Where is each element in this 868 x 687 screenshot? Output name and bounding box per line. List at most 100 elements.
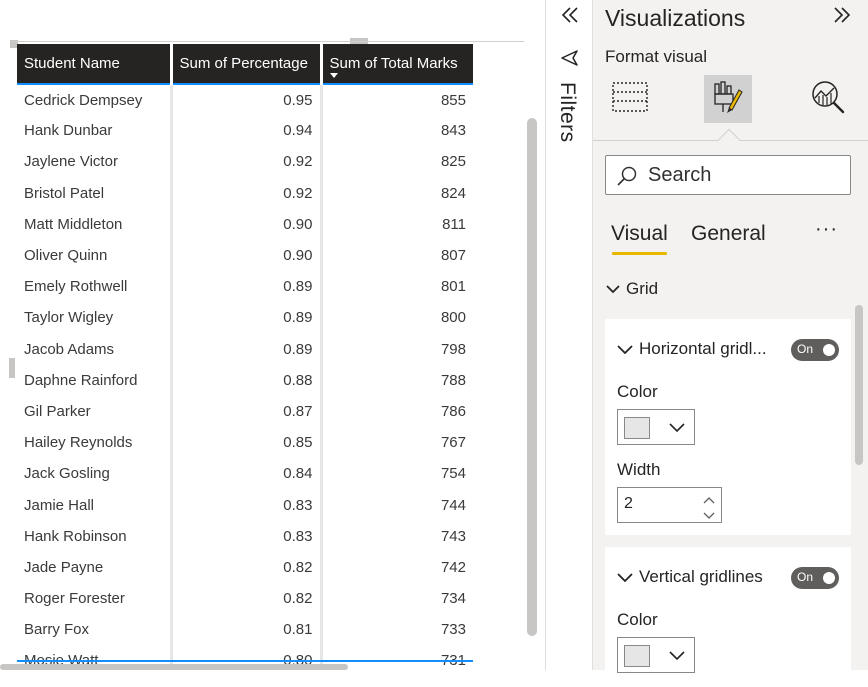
horizontal-width-stepper — [617, 487, 722, 523]
table-row[interactable]: Oliver Quinn 0.90 807 — [17, 239, 473, 272]
format-visual-button[interactable] — [704, 75, 752, 123]
resize-handle-left-middle[interactable] — [9, 358, 15, 378]
chevron-down-icon — [617, 339, 633, 359]
vertical-gridlines-title: Vertical gridlines — [639, 567, 763, 586]
cell-sum-of-percentage: 0.87 — [171, 395, 323, 428]
table-row[interactable]: Taylor Wigley 0.89 800 — [17, 302, 473, 334]
visual-border — [12, 41, 524, 42]
cell-sum-of-percentage: 0.81 — [171, 614, 323, 646]
cell-sum-of-percentage: 0.90 — [171, 208, 323, 240]
cell-sum-of-percentage: 0.82 — [171, 583, 323, 615]
report-canvas: Student Name Sum of Percentage Sum of To… — [0, 0, 545, 670]
cell-student-name: Jade Payne — [17, 551, 173, 583]
vertical-color-label: Color — [617, 610, 658, 629]
horizontal-gridlines-header[interactable]: Horizontal gridl... — [617, 339, 767, 359]
cell-student-name: Barry Fox — [17, 614, 173, 646]
cell-student-name: Jaylene Victor — [17, 146, 173, 178]
table-row[interactable]: Jacob Adams 0.89 798 — [17, 333, 473, 365]
table-row[interactable]: Daphne Rainford 0.88 788 — [17, 364, 473, 396]
search-box[interactable] — [605, 155, 851, 195]
cell-sum-of-total-marks: 767 — [440, 434, 466, 452]
cell-sum-of-percentage: 0.84 — [171, 458, 323, 490]
cell-student-name: Jacob Adams — [17, 333, 173, 365]
table-row[interactable]: Gil Parker 0.87 786 — [17, 395, 473, 428]
table-bottom-border — [17, 660, 473, 662]
cell-student-name: Oliver Quinn — [17, 239, 173, 272]
horizontal-gridlines-card: Horizontal gridl... On Color Width — [605, 319, 851, 535]
cell-sum-of-percentage: 0.89 — [171, 333, 323, 365]
grid-section-header[interactable]: Grid — [606, 279, 658, 299]
table-row[interactable]: Jack Gosling 0.84 754 — [17, 458, 473, 490]
more-options-button[interactable]: ··· — [815, 218, 838, 241]
build-visual-button[interactable] — [606, 75, 654, 123]
table-row[interactable]: Jamie Hall 0.83 744 — [17, 489, 473, 521]
table-row[interactable]: Hank Dunbar 0.94 843 — [17, 115, 473, 147]
active-tab-underline — [612, 252, 667, 255]
table-fields-icon — [611, 78, 649, 121]
tab-visual[interactable]: Visual — [611, 222, 668, 246]
vertical-gridlines-header[interactable]: Vertical gridlines — [617, 567, 763, 587]
vertical-color-picker[interactable] — [617, 637, 695, 673]
chevron-down-icon — [606, 279, 620, 299]
table-row[interactable]: Hank Robinson 0.83 743 — [17, 520, 473, 552]
horizontal-width-label: Width — [617, 460, 661, 479]
cell-sum-of-total-marks: 743 — [440, 527, 466, 545]
cell-sum-of-percentage: 0.95 — [171, 84, 323, 116]
table-row[interactable]: Matt Middleton 0.90 811 — [17, 208, 473, 240]
tab-general[interactable]: General — [691, 222, 766, 246]
paint-brush-icon — [709, 78, 747, 121]
cell-sum-of-total-marks: 742 — [440, 558, 466, 576]
cell-student-name: Jamie Hall — [17, 489, 173, 521]
magnifier-chart-icon — [809, 78, 847, 121]
cell-sum-of-total-marks: 733 — [440, 621, 466, 639]
table-row[interactable]: Jade Payne 0.82 742 — [17, 551, 473, 583]
cell-student-name: Hailey Reynolds — [17, 427, 173, 459]
cell-sum-of-total-marks: 754 — [440, 465, 466, 483]
cell-sum-of-percentage: 0.94 — [171, 115, 323, 147]
column-header-sum-of-percentage[interactable]: Sum of Percentage — [171, 44, 323, 84]
table-row[interactable]: Hailey Reynolds 0.85 767 — [17, 427, 473, 459]
chevron-up-icon[interactable] — [702, 492, 716, 504]
cell-sum-of-percentage: 0.89 — [171, 271, 323, 303]
table-row[interactable]: Roger Forester 0.82 734 — [17, 583, 473, 615]
horizontal-gridlines-toggle[interactable]: On — [791, 339, 839, 361]
chevron-down-icon — [668, 420, 686, 438]
color-swatch — [624, 645, 650, 667]
active-indicator-notch — [717, 128, 741, 152]
cell-student-name: Taylor Wigley — [17, 302, 173, 334]
table-header-row: Student Name Sum of Percentage Sum of To… — [17, 44, 473, 84]
cell-student-name: Emely Rothwell — [17, 271, 173, 303]
cell-sum-of-total-marks: 811 — [442, 215, 466, 233]
canvas-horizontal-scrollbar[interactable] — [0, 664, 348, 670]
search-input[interactable] — [648, 162, 844, 188]
table-row[interactable]: Cedrick Dempsey 0.95 855 — [17, 84, 473, 116]
table-vertical-scrollbar[interactable] — [527, 118, 537, 636]
toggle-label: On — [797, 342, 814, 356]
cell-sum-of-total-marks: 801 — [440, 278, 466, 296]
horizontal-color-picker[interactable] — [617, 409, 695, 445]
chevron-down-icon — [617, 567, 633, 587]
cell-sum-of-percentage: 0.83 — [171, 489, 323, 521]
table-row[interactable]: Bristol Patel 0.92 824 — [17, 177, 473, 209]
width-input[interactable] — [624, 495, 694, 513]
cell-sum-of-percentage: 0.82 — [171, 551, 323, 583]
cell-student-name: Hank Dunbar — [17, 115, 173, 147]
table-row[interactable]: Emely Rothwell 0.89 801 — [17, 271, 473, 303]
grid-section-label: Grid — [626, 279, 659, 298]
vertical-gridlines-toggle[interactable]: On — [791, 567, 839, 589]
column-header-student-name[interactable]: Student Name — [17, 44, 173, 84]
column-header-sum-of-total-marks[interactable]: Sum of Total Marks — [321, 44, 473, 84]
double-chevron-left-icon[interactable] — [559, 4, 581, 32]
toggle-knob — [823, 344, 835, 356]
chevron-down-icon[interactable] — [702, 508, 716, 519]
funnel-icon — [560, 48, 580, 73]
cell-student-name: Roger Forester — [17, 583, 173, 615]
filters-label[interactable]: Filters — [555, 82, 579, 143]
vertical-gridlines-card: Vertical gridlines On Color — [605, 547, 851, 687]
color-swatch — [624, 417, 650, 439]
table-row[interactable]: Barry Fox 0.81 733 — [17, 614, 473, 646]
pane-vertical-scrollbar[interactable] — [855, 305, 863, 465]
table-row[interactable]: Jaylene Victor 0.92 825 — [17, 146, 473, 178]
double-chevron-right-icon[interactable] — [831, 4, 853, 32]
analytics-button[interactable] — [804, 75, 852, 123]
